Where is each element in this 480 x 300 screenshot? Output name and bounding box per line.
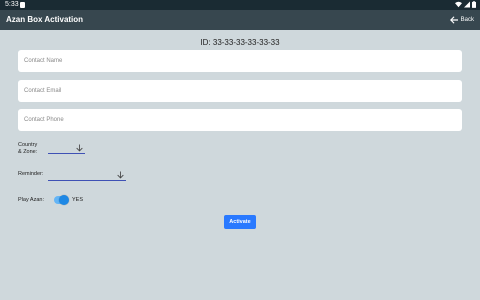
country-zone-dropdown[interactable] bbox=[48, 143, 85, 154]
arrow-down-icon bbox=[76, 144, 83, 152]
status-bar: 5:33 bbox=[0, 0, 480, 10]
cellular-icon bbox=[464, 1, 470, 8]
contact-name-input[interactable]: Contact Name bbox=[18, 50, 462, 72]
play-azan-state: YES bbox=[72, 197, 84, 203]
play-azan-toggle[interactable] bbox=[54, 195, 69, 205]
country-label-line2: & Zone: bbox=[18, 149, 38, 155]
toggle-knob bbox=[59, 195, 69, 205]
country-zone-label: Country & Zone: bbox=[18, 142, 37, 156]
back-label: Back bbox=[460, 17, 474, 23]
activate-button[interactable]: Activate bbox=[224, 215, 256, 229]
status-icons bbox=[455, 1, 476, 8]
reminder-dropdown[interactable] bbox=[48, 170, 126, 181]
navigation-bar bbox=[0, 296, 480, 300]
wifi-icon bbox=[455, 1, 462, 8]
arrow-left-icon bbox=[449, 16, 458, 24]
app-bar: Azan Box Activation Back bbox=[0, 10, 480, 30]
country-label-line1: Country bbox=[18, 142, 38, 148]
notification-icon bbox=[20, 2, 25, 8]
reminder-label: Reminder: bbox=[18, 171, 44, 177]
arrow-down-icon bbox=[117, 171, 124, 179]
device-id: ID: 33-33-33-33-33-33 bbox=[200, 38, 280, 47]
contact-email-input[interactable]: Contact Email bbox=[18, 80, 462, 102]
play-azan-label: Play Azan: bbox=[18, 197, 44, 203]
app-title: Azan Box Activation bbox=[6, 15, 84, 24]
contact-phone-input[interactable]: Contact Phone bbox=[18, 109, 462, 131]
status-time: 5:33 bbox=[5, 1, 19, 8]
battery-icon bbox=[472, 1, 476, 8]
back-button[interactable]: Back bbox=[449, 10, 474, 30]
